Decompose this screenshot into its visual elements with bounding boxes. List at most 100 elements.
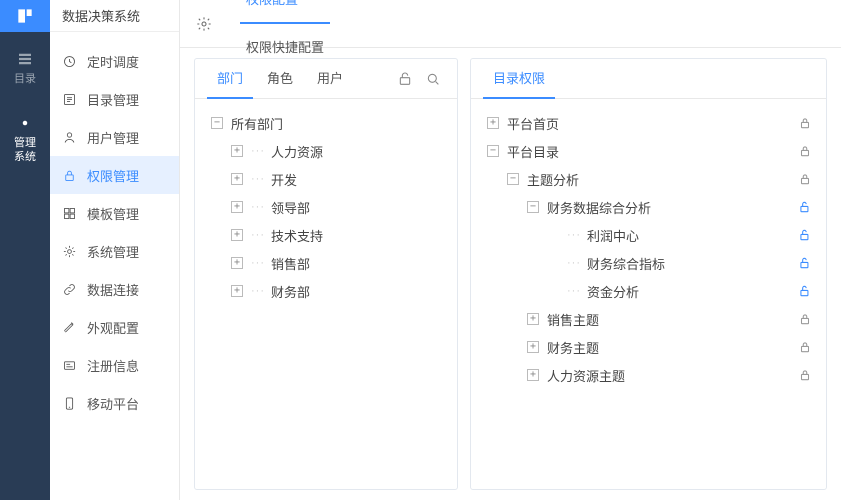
nav-manage[interactable]: 管理系统 xyxy=(0,96,50,174)
tree-toggle-icon[interactable]: + xyxy=(231,285,243,297)
tree-label: 开发 xyxy=(271,170,297,189)
tree-label: 销售部 xyxy=(271,254,310,273)
dept-panel: 部门角色用户 −所有部门+···人力资源+···开发+···领导部+···技术支… xyxy=(194,58,458,490)
nav-label: 管理系统 xyxy=(14,136,36,164)
tree-node[interactable]: + 人力资源主题 xyxy=(479,361,818,389)
app-title: 数据决策系统 xyxy=(50,0,179,32)
gear-icon[interactable] xyxy=(196,16,212,32)
tree-node[interactable]: +···人力资源 xyxy=(203,137,449,165)
tree-label: 平台目录 xyxy=(507,142,559,161)
tree-dots-icon: ··· xyxy=(567,229,581,241)
app-logo xyxy=(0,0,50,32)
sidebar: 数据决策系统 定时调度目录管理用户管理权限管理模板管理系统管理数据连接外观配置注… xyxy=(50,0,180,500)
sidebar-item-label: 注册信息 xyxy=(87,356,139,375)
tree-node[interactable]: −所有部门 xyxy=(203,109,449,137)
tree-label: 所有部门 xyxy=(231,114,283,133)
tree-toggle-icon[interactable]: + xyxy=(527,369,539,381)
unlock-icon[interactable] xyxy=(798,200,812,214)
sidebar-item-label: 模板管理 xyxy=(87,204,139,223)
tree-toggle-icon[interactable]: + xyxy=(231,173,243,185)
tree-label: 人力资源 xyxy=(271,142,323,161)
tree-node[interactable]: + ··· 财务部 xyxy=(203,277,449,305)
tree-node[interactable]: −平台目录 xyxy=(479,137,818,165)
sidebar-item-label: 数据连接 xyxy=(87,280,139,299)
tree-dots-icon: ··· xyxy=(251,229,265,241)
lock-icon[interactable] xyxy=(798,312,812,326)
top-tabs: 权限配置权限快捷配置 xyxy=(180,0,841,48)
tree-node[interactable]: +···开发 xyxy=(203,165,449,193)
unlock-icon[interactable] xyxy=(798,228,812,242)
tree-node[interactable]: −财务数据综合分析 xyxy=(479,193,818,221)
tree-toggle-icon[interactable]: + xyxy=(231,201,243,213)
tree-node[interactable]: −主题分析 xyxy=(479,165,818,193)
sidebar-item-perm-manage[interactable]: 权限管理 xyxy=(50,156,179,194)
sidebar-item-data-conn[interactable]: 数据连接 xyxy=(50,270,179,308)
lock-icon[interactable] xyxy=(798,172,812,186)
nav-catalog[interactable]: 目录 xyxy=(0,32,50,96)
lock-icon[interactable] xyxy=(798,340,812,354)
lock-icon[interactable] xyxy=(798,144,812,158)
subtab-dept[interactable]: 部门 xyxy=(207,59,253,99)
tab-perm-config[interactable]: 权限配置 xyxy=(240,0,330,24)
tree-label: 技术支持 xyxy=(271,226,323,245)
tree-node[interactable]: + 销售主题 xyxy=(479,305,818,333)
sidebar-item-label: 移动平台 xyxy=(87,394,139,413)
tree-toggle-icon[interactable]: − xyxy=(507,173,519,185)
sidebar-item-sys-manage[interactable]: 系统管理 xyxy=(50,232,179,270)
unlock-icon[interactable] xyxy=(798,284,812,298)
tree-node[interactable]: + 财务主题 xyxy=(479,333,818,361)
tree-label: 资金分析 xyxy=(587,282,639,301)
tree-label: 销售主题 xyxy=(547,310,599,329)
sidebar-item-label: 定时调度 xyxy=(87,52,139,71)
tree-toggle-icon[interactable]: + xyxy=(527,341,539,353)
sidebar-item-label: 用户管理 xyxy=(87,128,139,147)
lock-icon[interactable] xyxy=(798,116,812,130)
tree-label: 平台首页 xyxy=(507,114,559,133)
tree-toggle-icon[interactable]: + xyxy=(487,117,499,129)
tree-label: 人力资源主题 xyxy=(547,366,625,385)
tree-toggle-icon[interactable]: − xyxy=(211,117,223,129)
main-area: 权限配置权限快捷配置 部门角色用户 −所有部门+···人力资源+···开发+··… xyxy=(180,0,841,500)
sidebar-item-mobile[interactable]: 移动平台 xyxy=(50,384,179,422)
tree-label: 领导部 xyxy=(271,198,310,217)
perm-tree: +平台首页−平台目录−主题分析−财务数据综合分析···利润中心···财务综合指标… xyxy=(471,99,826,489)
perm-panel: 目录权限 +平台首页−平台目录−主题分析−财务数据综合分析···利润中心···财… xyxy=(470,58,827,490)
sidebar-item-appearance[interactable]: 外观配置 xyxy=(50,308,179,346)
tree-dots-icon: ··· xyxy=(251,285,265,297)
tree-node[interactable]: + ··· 销售部 xyxy=(203,249,449,277)
tree-label: 财务数据综合分析 xyxy=(547,198,651,217)
sidebar-item-label: 权限管理 xyxy=(87,166,139,185)
sidebar-item-register[interactable]: 注册信息 xyxy=(50,346,179,384)
sidebar-item-schedule[interactable]: 定时调度 xyxy=(50,42,179,80)
tree-toggle-icon[interactable]: − xyxy=(527,201,539,213)
search-icon[interactable] xyxy=(421,67,445,91)
tree-node[interactable]: + ··· 技术支持 xyxy=(203,221,449,249)
tree-node[interactable]: + 平台首页 xyxy=(479,109,818,137)
unlock-icon[interactable] xyxy=(798,256,812,270)
tree-node[interactable]: + ··· 领导部 xyxy=(203,193,449,221)
nav-label: 目录 xyxy=(14,72,36,86)
sidebar-item-tmpl-manage[interactable]: 模板管理 xyxy=(50,194,179,232)
sidebar-item-user-manage[interactable]: 用户管理 xyxy=(50,118,179,156)
tree-node[interactable]: ··· 利润中心 xyxy=(479,221,818,249)
tree-node[interactable]: ···资金分析 xyxy=(479,277,818,305)
lock-icon[interactable] xyxy=(798,368,812,382)
tree-dots-icon: ··· xyxy=(251,257,265,269)
tree-toggle-icon[interactable]: + xyxy=(231,145,243,157)
tree-toggle-icon[interactable]: + xyxy=(527,313,539,325)
tree-node[interactable]: ··· 财务综合指标 xyxy=(479,249,818,277)
subtab-role[interactable]: 角色 xyxy=(257,59,303,99)
tree-toggle-icon[interactable]: + xyxy=(231,229,243,241)
tree-toggle-icon[interactable]: + xyxy=(231,257,243,269)
tree-label: 财务部 xyxy=(271,282,310,301)
tree-dots-icon: ··· xyxy=(567,257,581,269)
tree-toggle-icon[interactable]: − xyxy=(487,145,499,157)
subtab-user[interactable]: 用户 xyxy=(307,59,353,99)
tree-label: 财务综合指标 xyxy=(587,254,665,273)
sidebar-item-label: 外观配置 xyxy=(87,318,139,337)
tree-dots-icon: ··· xyxy=(251,201,265,213)
tree-label: 财务主题 xyxy=(547,338,599,357)
tree-label: 利润中心 xyxy=(587,226,639,245)
sidebar-item-catalog-manage[interactable]: 目录管理 xyxy=(50,80,179,118)
lock-filter-icon[interactable] xyxy=(393,67,417,91)
